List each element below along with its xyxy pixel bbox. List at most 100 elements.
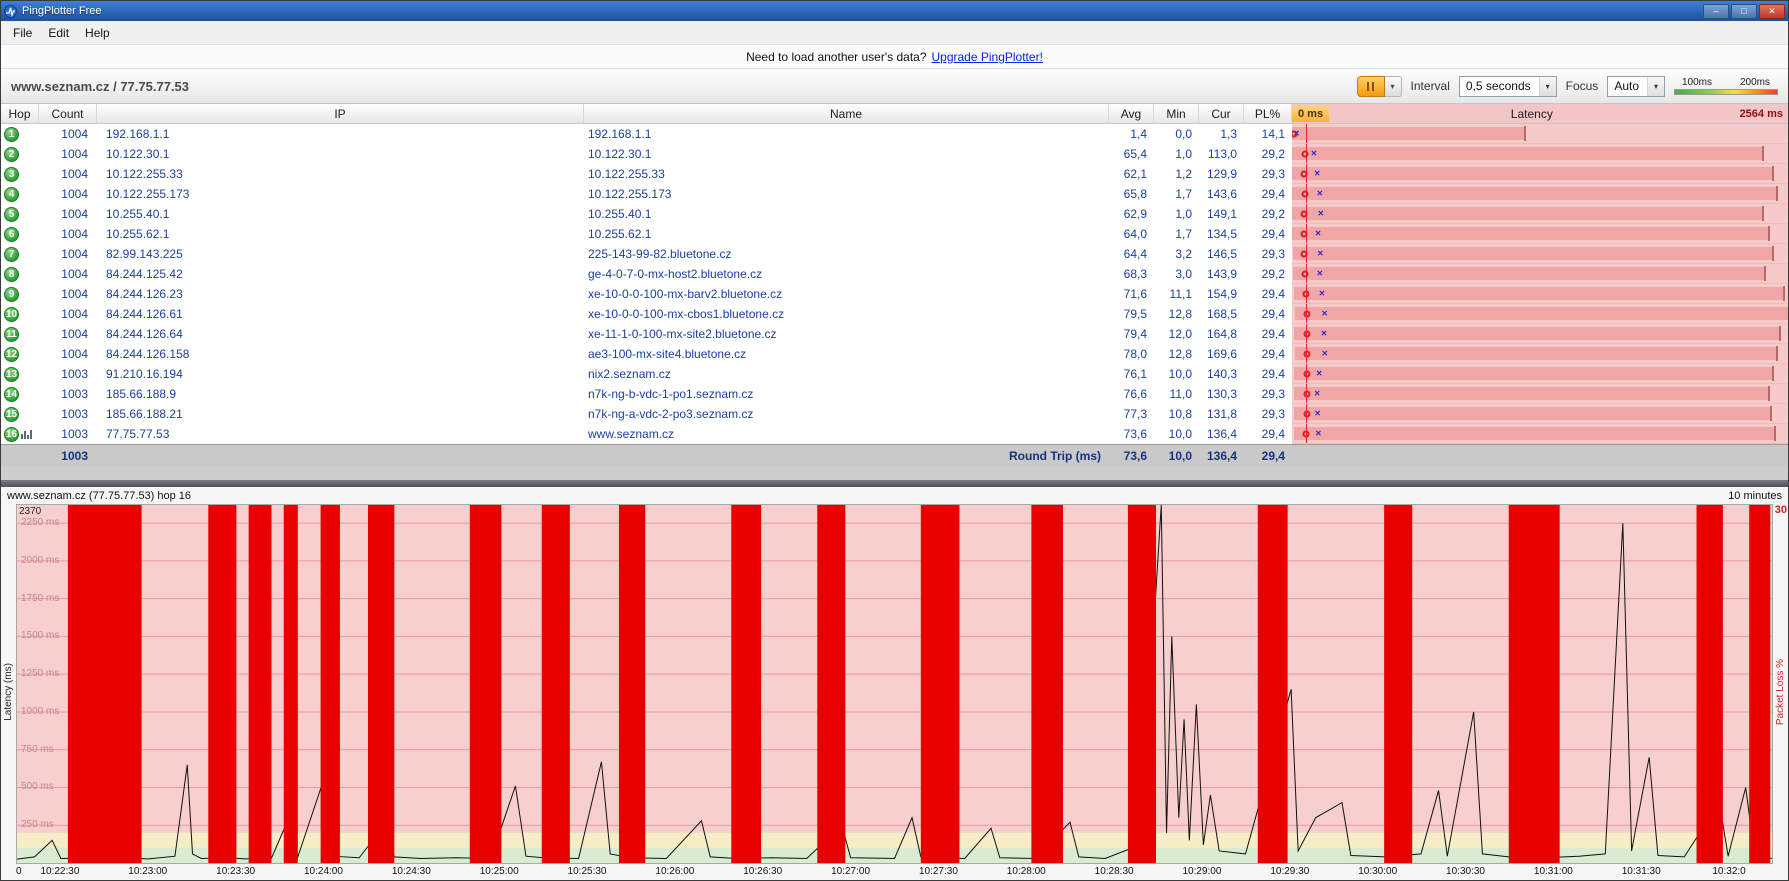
maximize-button[interactable]: □ [1731,4,1757,19]
header-ip[interactable]: IP [97,104,584,123]
latency-range-bar [1294,287,1783,300]
latency-bar-cell: × [1292,284,1788,304]
hop-number-badge: 4 [4,187,19,202]
menu-file[interactable]: File [5,23,40,43]
table-row[interactable]: 4100410.122.255.17310.122.255.17365,81,7… [1,184,1788,204]
round-trip-count: 1003 [39,445,97,466]
latency-bar-cell: × [1292,304,1788,324]
menu-help[interactable]: Help [77,23,118,43]
interval-select[interactable]: 0,5 seconds ▾ [1459,76,1557,97]
packet-loss-bar [921,505,960,863]
table-row[interactable]: 8100484.244.125.42ge-4-0-7-0-mx-host2.bl… [1,264,1788,284]
avg-marker-icon [1301,230,1308,237]
table-row[interactable]: 13100391.210.16.194nix2.seznam.cz76,110,… [1,364,1788,384]
header-min[interactable]: Min [1154,104,1199,123]
table-header: Hop Count IP Name Avg Min Cur PL% 0 ms L… [1,104,1788,124]
avg-marker-icon [1301,190,1308,197]
ip-cell: 185.66.188.9 [97,384,584,404]
header-name[interactable]: Name [584,104,1109,123]
min-cell: 3,2 [1154,244,1199,264]
avg-cell: 73,6 [1109,424,1154,444]
avg-marker-icon [1303,430,1310,437]
pause-dropdown-caret[interactable]: ▾ [1385,76,1402,97]
current-marker-icon: × [1321,328,1327,339]
time-tick-label: 10:22:30 [40,866,79,877]
avg-cell: 65,4 [1109,144,1154,164]
app-icon [4,5,17,18]
table-row[interactable]: 9100484.244.126.23xe-10-0-0-100-mx-barv2… [1,284,1788,304]
min-cell: 1,2 [1154,164,1199,184]
current-marker-icon: × [1315,408,1321,419]
table-row[interactable]: 11100484.244.126.64xe-11-1-0-100-mx-site… [1,324,1788,344]
count-cell: 1003 [39,384,97,404]
minimize-button[interactable]: – [1703,4,1729,19]
hop-number-badge: 5 [4,207,19,222]
ip-cell: 10.122.255.33 [97,164,584,184]
time-tick-label: 10:27:00 [831,866,870,877]
cur-cell: 136,4 [1199,424,1244,444]
ip-cell: 84.244.126.158 [97,344,584,364]
pl-cell: 29,4 [1244,224,1292,244]
time-graph-panel: www.seznam.cz (77.75.77.53) hop 16 10 mi… [1,487,1788,880]
table-row[interactable]: 3100410.122.255.3310.122.255.3362,11,212… [1,164,1788,184]
table-row[interactable]: 7100482.99.143.225225-143-99-82.bluetone… [1,244,1788,264]
table-row[interactable]: 11004192.168.1.1192.168.1.11,40,01,314,1… [1,124,1788,144]
packet-loss-bar [1697,505,1723,863]
latency-max-tick [1764,266,1766,281]
hop-cell: 10 [1,304,39,324]
pane-splitter[interactable] [1,480,1788,487]
menu-edit[interactable]: Edit [40,23,77,43]
avg-marker-icon [1303,410,1310,417]
min-cell: 11,1 [1154,284,1199,304]
table-row[interactable]: 6100410.255.62.110.255.62.164,01,7134,52… [1,224,1788,244]
hop-number-badge: 2 [4,147,19,162]
table-row[interactable]: 10100484.244.126.61xe-10-0-0-100-mx-cbos… [1,304,1788,324]
header-count[interactable]: Count [39,104,97,123]
ip-cell: 192.168.1.1 [97,124,584,144]
pl-cell: 29,4 [1244,344,1292,364]
table-row[interactable]: 151003185.66.188.21n7k-ng-a-vdc-2-po3.se… [1,404,1788,424]
count-cell: 1004 [39,324,97,344]
hop-cell: 1 [1,124,39,144]
table-row[interactable]: 5100410.255.40.110.255.40.162,91,0149,12… [1,204,1788,224]
graph-duration: 10 minutes [1728,490,1782,502]
latency-bar-cell: × [1292,204,1788,224]
header-cur[interactable]: Cur [1199,104,1244,123]
cur-cell: 154,9 [1199,284,1244,304]
latency-plot[interactable]: 2370 250 ms500 ms750 ms1000 ms1250 ms150… [16,504,1773,864]
table-row[interactable]: 16100377.75.77.53www.seznam.cz73,610,013… [1,424,1788,444]
latency-max-tick [1772,366,1774,381]
name-cell: ae3-100-mx-site4.bluetone.cz [584,344,1109,364]
titlebar: PingPlotter Free – □ ✕ [1,1,1788,21]
pl-cell: 14,1 [1244,124,1292,144]
header-hop[interactable]: Hop [1,104,39,123]
table-row[interactable]: 2100410.122.30.110.122.30.165,41,0113,02… [1,144,1788,164]
upgrade-link[interactable]: Upgrade PingPlotter! [932,50,1043,64]
avg-cell: 79,4 [1109,324,1154,344]
avg-marker-icon [1301,210,1308,217]
latency-max-tick [1772,246,1774,261]
ip-cell: 10.255.62.1 [97,224,584,244]
current-marker-icon: × [1318,208,1324,219]
table-row[interactable]: 12100484.244.126.158ae3-100-mx-site4.blu… [1,344,1788,364]
latency-max-tick [1768,226,1770,241]
pause-button[interactable] [1357,76,1385,97]
ip-cell: 10.255.40.1 [97,204,584,224]
close-button[interactable]: ✕ [1759,4,1785,19]
header-avg[interactable]: Avg [1109,104,1154,123]
focus-label: Focus [1566,79,1599,93]
focus-select[interactable]: Auto ▾ [1607,76,1665,97]
latency-bar-cell: × [1292,344,1788,364]
header-pl[interactable]: PL% [1244,104,1292,123]
pl-cell: 29,2 [1244,264,1292,284]
current-marker-icon: × [1319,288,1325,299]
time-tick-label: 10:25:30 [568,866,607,877]
time-tick-label: 10:28:00 [1007,866,1046,877]
controls: ▾ Interval 0,5 seconds ▾ Focus Auto ▾ 10… [1357,76,1778,97]
avg-cell: 79,5 [1109,304,1154,324]
packet-loss-bar [1258,505,1288,863]
packet-loss-max: 30 [1775,504,1787,516]
cur-cell: 129,9 [1199,164,1244,184]
table-row[interactable]: 141003185.66.188.9n7k-ng-b-vdc-1-po1.sez… [1,384,1788,404]
ip-cell: 10.122.30.1 [97,144,584,164]
